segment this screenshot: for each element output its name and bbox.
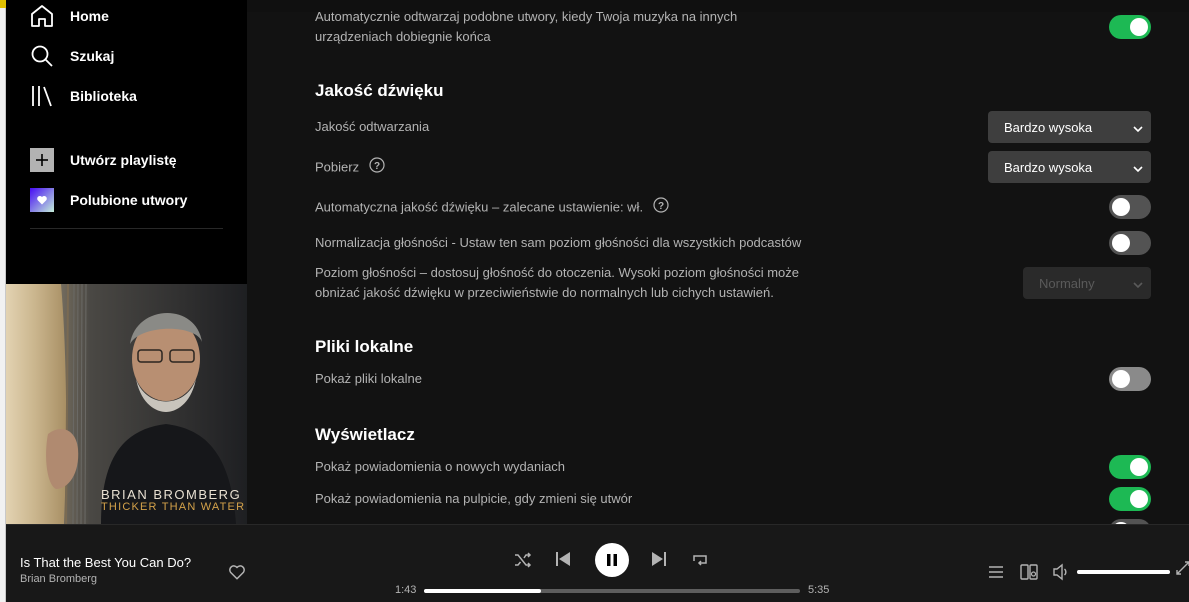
sidebar-item-label: Biblioteka <box>70 88 137 104</box>
library-icon <box>30 84 54 108</box>
pause-icon <box>607 554 617 566</box>
new-releases-label: Pokaż powiadomienia o nowych wydaniach <box>315 459 566 474</box>
track-artist[interactable]: Brian Bromberg <box>20 573 97 585</box>
auto-quality-toggle[interactable] <box>1109 195 1151 219</box>
auto-quality-row: Automatyczna jakość dźwięku – zalecane u… <box>315 197 669 219</box>
show-local-files-toggle[interactable] <box>1109 367 1151 391</box>
toggle-knob <box>1130 490 1148 508</box>
help-icon[interactable]: ? <box>369 157 385 179</box>
volume-level-line-2: obniżać jakość dźwięku w przeciwieństwie… <box>315 285 774 300</box>
download-quality-row: Pobierz ? <box>315 157 385 179</box>
toggle-knob <box>1112 234 1130 252</box>
streaming-quality-select[interactable]: Bardzo wysoka <box>988 111 1151 143</box>
help-icon[interactable]: ? <box>653 197 669 219</box>
album-cover[interactable]: BRIAN BROMBERG THICKER THAN WATER <box>6 284 247 524</box>
svg-text:?: ? <box>658 201 664 212</box>
pause-button[interactable] <box>595 543 629 577</box>
devices-icon[interactable] <box>1020 563 1038 586</box>
now-playing-bar: Is That the Best You Can Do? Brian Bromb… <box>6 524 1189 602</box>
liked-songs-label: Polubione utwory <box>70 192 188 208</box>
volume-slider[interactable] <box>1077 570 1170 574</box>
show-local-files-label: Pokaż pliki lokalne <box>315 371 422 386</box>
autoplay-line-2: urządzeniach dobiegnie końca <box>315 29 491 44</box>
track-title[interactable]: Is That the Best You Can Do? <box>20 555 191 570</box>
volume-icon[interactable] <box>1052 563 1070 586</box>
volume-level-select[interactable]: Normalny <box>1023 267 1151 299</box>
desktop-notifications-label: Pokaż powiadomienia na pulpicie, gdy zmi… <box>315 491 633 506</box>
autoplay-description: Automatycznie odtwarzaj podobne utwory, … <box>315 7 737 47</box>
total-duration: 5:35 <box>808 584 830 596</box>
sidebar-item-library[interactable]: Biblioteka <box>30 80 137 112</box>
search-icon <box>30 44 54 68</box>
repeat-icon[interactable] <box>691 551 709 569</box>
new-releases-toggle[interactable] <box>1109 455 1151 479</box>
volume-fill <box>1077 570 1170 574</box>
sidebar-item-home[interactable]: Home <box>30 0 109 32</box>
elapsed-time: 1:43 <box>395 584 417 596</box>
sidebar-item-label: Szukaj <box>70 48 115 64</box>
volume-level-value: Normalny <box>1039 275 1095 291</box>
cover-artist-text: BRIAN BROMBERG <box>101 487 242 502</box>
plus-icon <box>30 148 54 172</box>
toggle-knob <box>1130 18 1148 36</box>
create-playlist-button[interactable]: Utwórz playlistę <box>30 144 177 176</box>
progress-bar[interactable] <box>424 589 800 593</box>
normalize-label: Normalizacja głośności - Ustaw ten sam p… <box>315 235 802 250</box>
autoplay-toggle[interactable] <box>1109 15 1151 39</box>
fullscreen-icon[interactable] <box>1176 561 1189 580</box>
download-quality-select[interactable]: Bardzo wysoka <box>988 151 1151 183</box>
toggle-knob <box>1112 198 1130 216</box>
auto-quality-label: Automatyczna jakość dźwięku – zalecane u… <box>315 199 644 215</box>
home-icon <box>30 4 54 28</box>
create-playlist-label: Utwórz playlistę <box>70 152 177 168</box>
like-heart-icon[interactable] <box>228 563 246 586</box>
next-track-icon[interactable] <box>651 551 667 567</box>
progress-fill <box>424 589 541 593</box>
cover-album-text: THICKER THAN WATER <box>101 501 246 513</box>
sidebar-item-label: Home <box>70 8 109 24</box>
download-quality-label: Pobierz <box>315 159 360 175</box>
volume-level-description: Poziom głośności – dostosuj głośność do … <box>315 263 799 303</box>
download-quality-value: Bardzo wysoka <box>1004 159 1093 175</box>
liked-songs-button[interactable]: Polubione utwory <box>30 184 187 216</box>
shuffle-icon[interactable] <box>514 551 532 569</box>
heart-icon <box>30 188 54 212</box>
volume-level-line-1: Poziom głośności – dostosuj głośność do … <box>315 265 800 280</box>
desktop-notifications-toggle[interactable] <box>1109 487 1151 511</box>
streaming-quality-label: Jakość odtwarzania <box>315 119 430 134</box>
streaming-quality-value: Bardzo wysoka <box>1004 119 1093 135</box>
sidebar-item-search[interactable]: Szukaj <box>30 40 114 72</box>
settings-page: Automatycznie odtwarzaj podobne utwory, … <box>247 0 1189 524</box>
sidebar-divider <box>30 228 223 229</box>
section-title-audio-quality: Jakość dźwięku <box>315 81 444 100</box>
normalize-toggle[interactable] <box>1109 231 1151 255</box>
toggle-knob <box>1130 458 1148 476</box>
chevron-down-icon <box>1133 122 1143 137</box>
section-title-display: Wyświetlacz <box>315 425 415 444</box>
section-title-local-files: Pliki lokalne <box>315 337 414 356</box>
chevron-down-icon <box>1133 278 1143 293</box>
toggle-knob <box>1112 370 1130 388</box>
previous-track-icon[interactable] <box>555 551 571 567</box>
queue-icon[interactable] <box>987 563 1005 586</box>
svg-text:?: ? <box>374 161 380 172</box>
autoplay-line-1: Automatycznie odtwarzaj podobne utwory, … <box>315 9 738 24</box>
chevron-down-icon <box>1133 162 1143 177</box>
